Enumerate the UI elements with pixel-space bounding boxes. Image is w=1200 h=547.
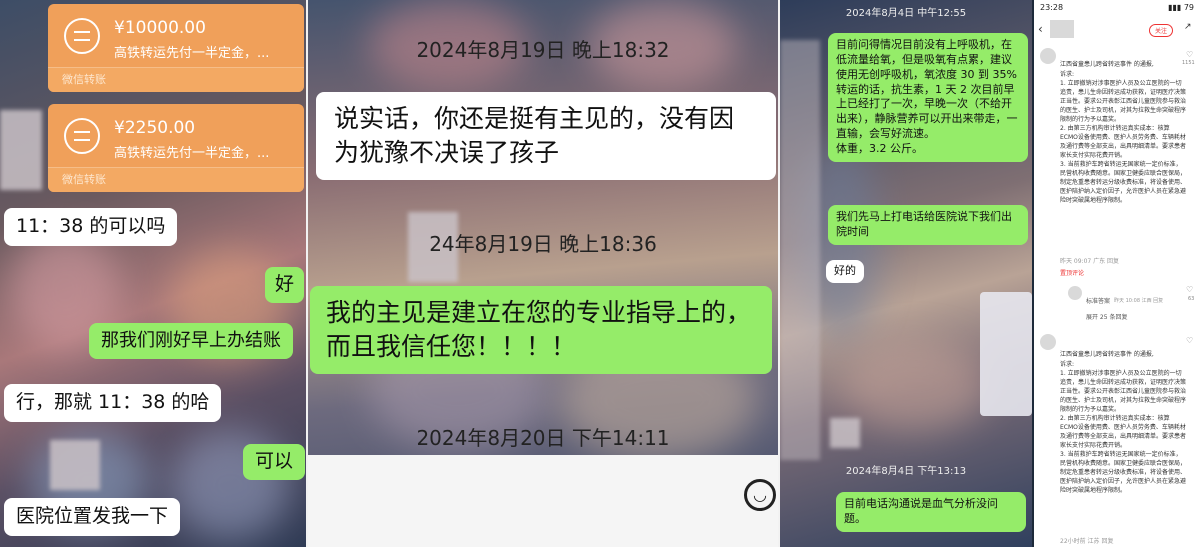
social-comment-screen: 23:28 ▮▮▮ 79 ‹ 关注 ↗ 江西省童患儿跨省转运事件 的通报, 诉求… bbox=[1034, 0, 1200, 547]
chat-message: 那我们刚好早上办结账 bbox=[89, 323, 293, 360]
status-bar: 23:28 ▮▮▮ 79 bbox=[1034, 0, 1200, 16]
chat-message: 我们先马上打电话给医院说下我们出院时间 bbox=[828, 205, 1028, 245]
right-chat-panel: 2024年8月4日 中午12:55 目前问得情况目前没有上呼吸机，在低流量给氧，… bbox=[780, 0, 1032, 547]
comment-author: 标准答案 bbox=[1086, 298, 1111, 305]
avatar bbox=[1068, 286, 1082, 300]
back-icon[interactable]: ‹ bbox=[1038, 22, 1043, 36]
timestamp: 2024年8月19日 晚上18:32 bbox=[416, 38, 670, 62]
emoji-icon[interactable]: ◡ bbox=[744, 479, 776, 511]
chat-message: 好 bbox=[265, 267, 305, 303]
pinned-label: 置顶评论 bbox=[1060, 270, 1085, 277]
share-icon[interactable]: ↗ bbox=[1184, 22, 1192, 32]
post-title: 江西省童患儿跨省转运事件 的通报, bbox=[1060, 351, 1154, 358]
like-icon[interactable]: ♡ bbox=[1186, 285, 1193, 294]
transfer-footer: 微信转账 bbox=[48, 67, 304, 92]
avatar-blurred bbox=[0, 110, 42, 190]
chat-message: 说实话，你还是挺有主见的，没有因为犹豫不决误了孩子 bbox=[316, 92, 776, 180]
chat-message: 目前电话沟通说是血气分析没问题。 bbox=[836, 492, 1026, 532]
avatar-blurred bbox=[50, 440, 100, 490]
chat-message: 医院位置发我一下 bbox=[4, 498, 181, 536]
timestamp: 2024年8月4日 中午12:55 bbox=[845, 8, 967, 19]
chat-message: 我的主见是建立在您的专业指导上的，而且我信任您！！！！ bbox=[310, 286, 772, 374]
comment-meta: 昨天 10:08 江西 回复 bbox=[1114, 298, 1164, 304]
left-chat-panel: ¥10000.00 高铁转运先付一半定金，... 微信转账 ¥2250.00 高… bbox=[0, 0, 306, 547]
transfer-desc: 高铁转运先付一半定金，... bbox=[114, 146, 270, 161]
transfer-desc: 高铁转运先付一半定金，... bbox=[114, 46, 270, 61]
timestamp: 24年8月19日 晚上18:36 bbox=[429, 232, 657, 256]
timestamp: 2024年8月20日 下午14:11 bbox=[416, 426, 670, 450]
like-icon[interactable]: ♡ bbox=[1186, 336, 1193, 345]
transfer-amount: ¥10000.00 bbox=[114, 18, 206, 38]
post-meta: 昨天 09:07 广东 回复 bbox=[1060, 258, 1120, 265]
like-count: 1151 bbox=[1182, 60, 1195, 66]
status-icons: ▮▮▮ 79 bbox=[1168, 3, 1194, 12]
post-body: 诉求: 1. 立即撤销对涉事医护人员及公立医院的一切追责，患儿生命因转运成功获救… bbox=[1060, 361, 1186, 494]
post-body: 诉求: 1. 立即撤销对涉事医护人员及公立医院的一切追责，患儿生命因转运成功获救… bbox=[1060, 71, 1186, 204]
transfer-icon bbox=[64, 118, 100, 154]
follow-button[interactable]: 关注 bbox=[1149, 24, 1174, 37]
chat-message: 行，那就 11：38 的哈 bbox=[4, 384, 222, 422]
avatar-blurred bbox=[830, 418, 860, 448]
avatar-blurred bbox=[780, 40, 820, 460]
middle-chat-panel: 2024年8月19日 晚上18:32 说实话，你还是挺有主见的，没有因为犹豫不决… bbox=[308, 0, 778, 547]
transfer-footer: 微信转账 bbox=[48, 167, 304, 192]
transfer-card-2[interactable]: ¥2250.00 高铁转运先付一半定金，... 微信转账 bbox=[48, 104, 304, 192]
transfer-card-1[interactable]: ¥10000.00 高铁转运先付一半定金，... 微信转账 bbox=[48, 4, 304, 92]
chat-message: 目前问得情况目前没有上呼吸机，在低流量给氧，但是吸氧有点累，建议使用无创呼吸机，… bbox=[828, 33, 1028, 162]
status-time: 23:28 bbox=[1040, 3, 1064, 12]
chat-message: 11：38 的可以吗 bbox=[4, 208, 178, 246]
avatar bbox=[1040, 334, 1056, 350]
input-bar[interactable]: ◡ bbox=[308, 455, 778, 547]
like-count: 63 bbox=[1188, 296, 1195, 302]
transfer-icon bbox=[64, 18, 100, 54]
post-meta: 22小时前 江苏 回复 bbox=[1060, 538, 1114, 545]
like-icon[interactable]: ♡ bbox=[1186, 50, 1193, 59]
avatar bbox=[1040, 48, 1056, 64]
post-title: 江西省童患儿跨省转运事件 的通报, bbox=[1060, 61, 1154, 68]
chat-message: 好的 bbox=[826, 260, 864, 283]
transfer-amount: ¥2250.00 bbox=[114, 118, 196, 138]
embedded-screenshot bbox=[980, 292, 1032, 416]
avatar bbox=[1050, 20, 1074, 38]
chat-message: 可以 bbox=[243, 444, 306, 480]
expand-replies-link[interactable]: 展开 25 条回复 bbox=[1086, 312, 1127, 321]
timestamp: 2024年8月4日 下午13:13 bbox=[845, 466, 967, 477]
